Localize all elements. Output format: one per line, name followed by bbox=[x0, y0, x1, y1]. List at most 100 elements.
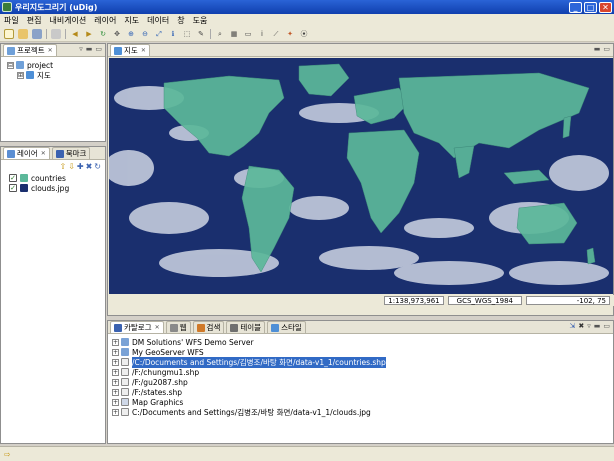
view-menu-icon[interactable]: ▿ bbox=[587, 322, 591, 330]
tab-web[interactable]: 웹 bbox=[165, 321, 191, 333]
refresh-icon[interactable]: ↻ bbox=[94, 162, 101, 171]
expand-icon[interactable]: + bbox=[112, 408, 119, 416]
menu-navigation[interactable]: 내비게이션 bbox=[45, 15, 90, 26]
expand-icon[interactable]: + bbox=[112, 368, 119, 376]
search-icon[interactable]: ⌕ bbox=[215, 29, 225, 39]
maximize-panel-icon[interactable]: ▭ bbox=[603, 45, 610, 53]
expand-icon[interactable]: + bbox=[112, 348, 119, 356]
pan-icon[interactable]: ✥ bbox=[112, 29, 122, 39]
zoom-in-icon[interactable]: ⊕ bbox=[126, 29, 136, 39]
checkbox-icon[interactable]: ✓ bbox=[9, 174, 17, 182]
grid-icon[interactable]: ▦ bbox=[229, 29, 239, 39]
tab-bookmarks[interactable]: 북마크 bbox=[51, 147, 91, 159]
map-icon bbox=[114, 46, 122, 55]
print-icon[interactable] bbox=[51, 29, 61, 39]
map-panel: 지도 ✕ ▬ ▭ 1:138,973,961 GCS_WGS_1984 -102… bbox=[107, 43, 614, 316]
expand-icon[interactable]: + bbox=[112, 398, 119, 406]
new-icon[interactable] bbox=[4, 29, 14, 39]
catalog-item[interactable]: + My GeoServer WFS bbox=[112, 347, 613, 357]
layer-item-countries[interactable]: ✓ countries bbox=[9, 173, 105, 183]
back-icon[interactable]: ◀ bbox=[70, 29, 80, 39]
tab-catalog[interactable]: 카탈로그 ✕ bbox=[110, 321, 164, 333]
minimize-panel-icon[interactable]: ▬ bbox=[594, 322, 601, 330]
zoom-extent-icon[interactable]: ⤢ bbox=[154, 29, 164, 39]
catalog-item-selected[interactable]: + /C:/Documents and Settings/김병조/바탕 화면/d… bbox=[112, 356, 613, 368]
layer-item-clouds[interactable]: ✓ clouds.jpg bbox=[9, 183, 105, 193]
zoom-out-icon[interactable]: ⊖ bbox=[140, 29, 150, 39]
tab-search[interactable]: 검색 bbox=[192, 321, 225, 333]
import-icon[interactable]: ⇲ bbox=[569, 322, 575, 330]
catalog-item[interactable]: + DM Solutions' WFS Demo Server bbox=[112, 337, 613, 347]
style-icon bbox=[271, 323, 280, 332]
close-icon[interactable]: ✕ bbox=[141, 47, 146, 54]
maximize-panel-icon[interactable]: ▭ bbox=[95, 45, 102, 53]
add-layer-icon[interactable]: ✚ bbox=[77, 162, 84, 171]
menu-data[interactable]: 데이터 bbox=[143, 15, 173, 26]
web-icon bbox=[169, 323, 178, 332]
remove-icon[interactable]: ✖ bbox=[578, 322, 584, 330]
remove-layer-icon[interactable]: ✖ bbox=[86, 162, 93, 171]
catalog-item[interactable]: + Map Graphics bbox=[112, 397, 613, 407]
expand-icon[interactable]: ⊞ bbox=[17, 71, 24, 79]
crs-readout[interactable]: GCS_WGS_1984 bbox=[447, 296, 522, 305]
draw-line-icon[interactable]: ⟋ bbox=[271, 29, 281, 39]
move-up-icon[interactable]: ⇧ bbox=[59, 162, 66, 171]
minimize-button[interactable]: _ bbox=[569, 1, 582, 13]
catalog-panel-header: 카탈로그 ✕ 웹 검색 테이블 스타일 ⇲ ✖ ▿ ▬ ▭ bbox=[108, 321, 613, 334]
collapse-icon[interactable]: ⊟ bbox=[7, 61, 14, 69]
tab-bookmarks-label: 북마크 bbox=[65, 149, 87, 158]
catalog-item[interactable]: + /F:/states.shp bbox=[112, 387, 613, 397]
project-icon bbox=[16, 61, 24, 69]
maximize-panel-icon[interactable]: ▭ bbox=[603, 322, 610, 330]
open-icon[interactable] bbox=[18, 29, 28, 39]
layer-label: clouds.jpg bbox=[31, 183, 70, 193]
forward-icon[interactable]: ▶ bbox=[84, 29, 94, 39]
close-button[interactable]: ✕ bbox=[599, 1, 612, 13]
maximize-button[interactable]: □ bbox=[584, 1, 597, 13]
refresh-icon[interactable]: ↻ bbox=[98, 29, 108, 39]
tab-style[interactable]: 스타일 bbox=[267, 321, 306, 333]
move-down-icon[interactable]: ⇩ bbox=[68, 162, 75, 171]
catalog-item[interactable]: + /F:/gu2087.shp bbox=[112, 377, 613, 387]
rectangle-icon[interactable]: ▭ bbox=[243, 29, 253, 39]
catalog-item[interactable]: + C:/Documents and Settings/김병조/바탕 화면/da… bbox=[112, 407, 613, 417]
edit-icon[interactable]: ✎ bbox=[196, 29, 206, 39]
scale-readout[interactable]: 1:138,973,961 bbox=[384, 296, 444, 305]
tree-item-project[interactable]: ⊟ project bbox=[7, 60, 105, 70]
menu-map[interactable]: 지도 bbox=[120, 15, 143, 26]
minimize-panel-icon[interactable]: ▬ bbox=[86, 45, 93, 53]
tab-table[interactable]: 테이블 bbox=[226, 321, 266, 333]
minimize-panel-icon[interactable]: ▬ bbox=[594, 45, 601, 53]
polygon-layer-icon bbox=[20, 174, 28, 182]
checkbox-icon[interactable]: ✓ bbox=[9, 184, 17, 192]
close-icon[interactable]: ✕ bbox=[155, 324, 160, 331]
expand-icon[interactable]: + bbox=[112, 338, 119, 346]
search-icon bbox=[196, 323, 205, 332]
tree-item-map[interactable]: ⊞ 지도 bbox=[7, 70, 105, 80]
menu-file[interactable]: 파일 bbox=[0, 15, 23, 26]
menu-edit[interactable]: 편집 bbox=[23, 15, 46, 26]
map-canvas[interactable] bbox=[109, 58, 613, 294]
catalog-item-label: Map Graphics bbox=[132, 397, 184, 407]
coordinate-readout: -102, 75 bbox=[526, 296, 610, 305]
expand-icon[interactable]: + bbox=[112, 358, 119, 366]
tab-map[interactable]: 지도 ✕ bbox=[110, 44, 150, 56]
info-icon[interactable]: ℹ bbox=[168, 29, 178, 39]
tab-layers[interactable]: 레이어 ✕ bbox=[3, 147, 50, 159]
save-icon[interactable] bbox=[32, 29, 42, 39]
tab-project[interactable]: 프로젝트 ✕ bbox=[3, 44, 57, 56]
style-icon[interactable]: ✦ bbox=[285, 29, 295, 39]
menu-help[interactable]: 도움 bbox=[189, 15, 212, 26]
catalog-item[interactable]: + /F:/chungmu1.shp bbox=[112, 367, 613, 377]
measure-icon[interactable]: ⦿ bbox=[299, 29, 309, 39]
select-icon[interactable]: ⬚ bbox=[182, 29, 192, 39]
view-menu-icon[interactable]: ▿ bbox=[79, 45, 83, 53]
menu-layer[interactable]: 레이어 bbox=[90, 15, 120, 26]
expand-icon[interactable]: + bbox=[112, 378, 119, 386]
close-icon[interactable]: ✕ bbox=[41, 150, 46, 157]
menu-window[interactable]: 창 bbox=[173, 15, 188, 26]
info-dropdown-icon[interactable]: ⅰ bbox=[257, 29, 267, 39]
expand-icon[interactable]: + bbox=[112, 388, 119, 396]
close-icon[interactable]: ✕ bbox=[48, 47, 53, 54]
fast-view-icon[interactable]: ⇨ bbox=[4, 450, 11, 459]
